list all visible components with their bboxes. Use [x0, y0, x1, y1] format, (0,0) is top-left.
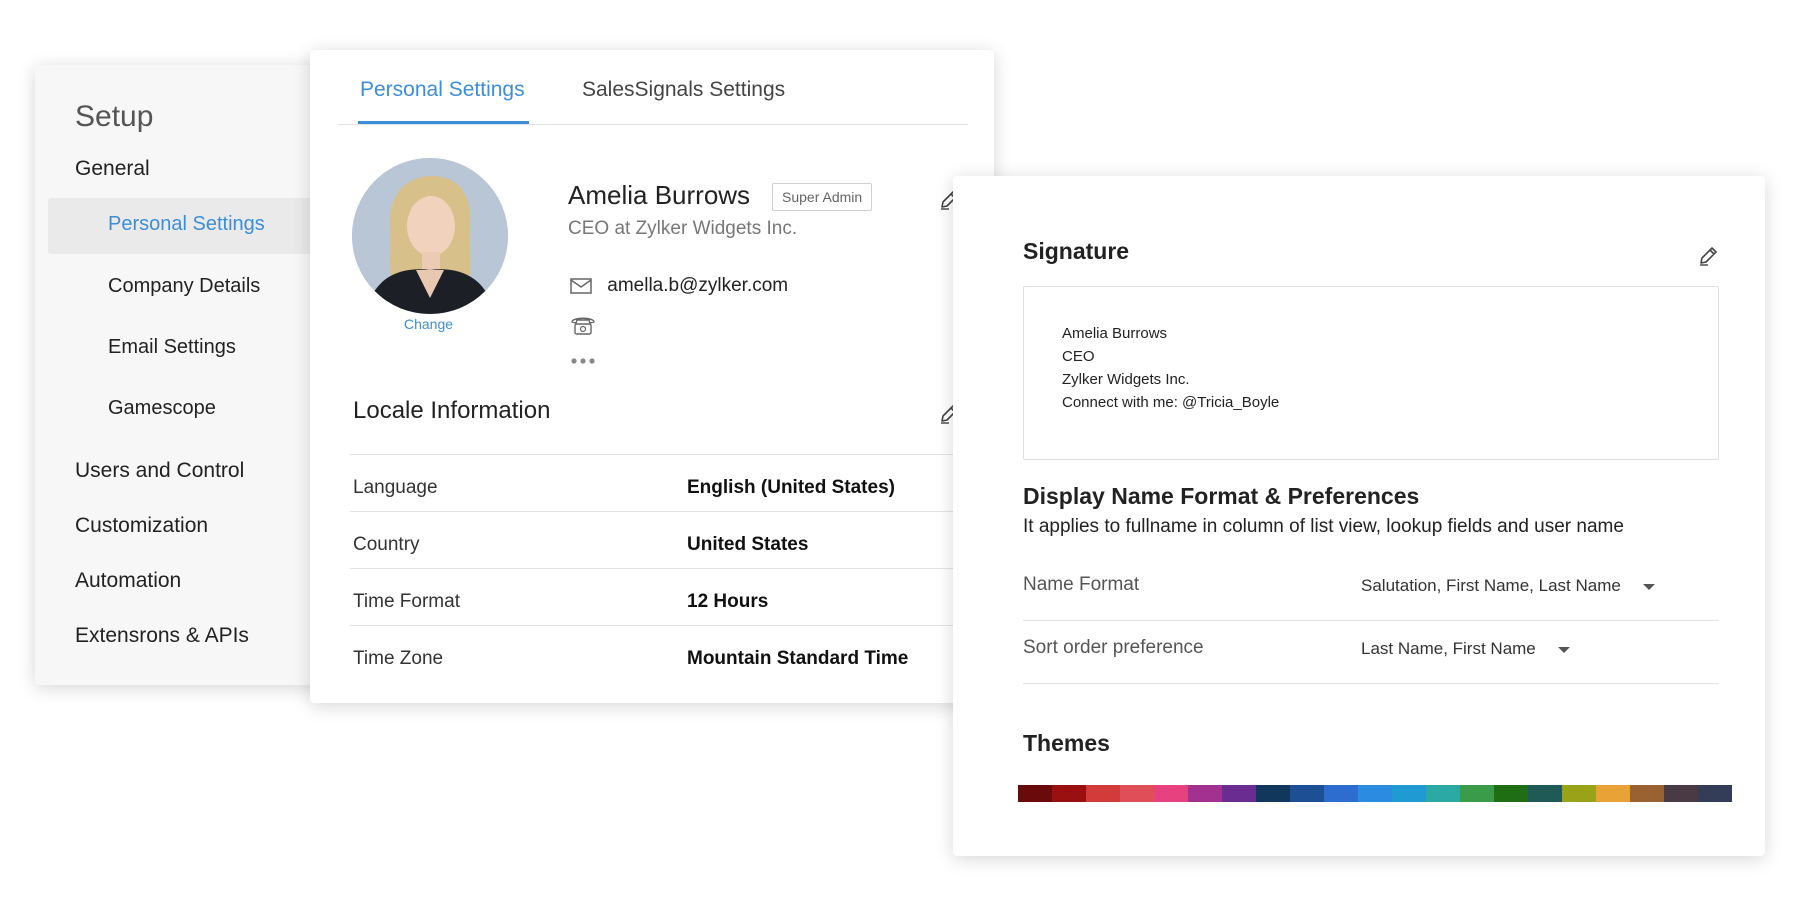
locale-row-language: Language English (United States): [350, 454, 954, 511]
setup-title: Setup: [75, 100, 154, 133]
tab-personal-settings[interactable]: Personal Settings: [360, 78, 525, 102]
sidebar-item-email-settings[interactable]: Email Settings: [108, 336, 236, 359]
name-format-value: Salutation, First Name, Last Name: [1361, 576, 1621, 595]
tab-salessignals-settings[interactable]: SalesSignals Settings: [582, 78, 785, 102]
setup-sidebar: Setup General Personal Settings Company …: [35, 65, 335, 685]
theme-swatch[interactable]: [1562, 785, 1596, 802]
phone-icon: [571, 317, 595, 335]
theme-swatch[interactable]: [1086, 785, 1120, 802]
locale-label: Country: [353, 534, 420, 555]
theme-swatch[interactable]: [1630, 785, 1664, 802]
locale-value: English (United States): [687, 477, 895, 498]
sidebar-item-company-details[interactable]: Company Details: [108, 275, 260, 298]
locale-row-time-zone: Time Zone Mountain Standard Time: [350, 625, 954, 682]
sidebar-item-gamescope[interactable]: Gamescope: [108, 397, 216, 420]
theme-swatch[interactable]: [1426, 785, 1460, 802]
sort-order-label: Sort order preference: [1023, 637, 1204, 658]
sidebar-item-personal-settings[interactable]: Personal Settings: [108, 213, 265, 236]
sort-order-value: Last Name, First Name: [1361, 639, 1536, 658]
signature-line: Amelia Burrows: [1062, 325, 1168, 342]
avatar-portrait-icon: [352, 158, 508, 314]
display-name-subtitle: It applies to fullname in column of list…: [1023, 516, 1624, 537]
locale-label: Language: [353, 477, 438, 498]
sidebar-item-automation[interactable]: Automation: [75, 569, 181, 593]
themes-title: Themes: [1023, 730, 1110, 756]
theme-swatches: [1018, 785, 1732, 802]
profile-job-title: CEO at Zylker Widgets Inc.: [568, 218, 798, 239]
theme-swatch[interactable]: [1596, 785, 1630, 802]
edit-signature-icon[interactable]: [1697, 244, 1721, 268]
locale-value: United States: [687, 534, 809, 555]
locale-value: Mountain Standard Time: [687, 648, 909, 669]
sidebar-item-users-and-control[interactable]: Users and Control: [75, 459, 244, 483]
theme-swatch[interactable]: [1528, 785, 1562, 802]
personal-settings-panel: Personal Settings SalesSignals Settings …: [310, 50, 994, 703]
sort-order-select[interactable]: Last Name, First Name: [1361, 639, 1570, 659]
theme-swatch[interactable]: [1392, 785, 1426, 802]
signature-line: CEO: [1062, 348, 1095, 365]
sidebar-item-extensions-apis[interactable]: Extensrons & APIs: [75, 624, 249, 648]
signature-line: Connect with me: @Tricia_Boyle: [1062, 394, 1280, 411]
name-format-row: Name Format Salutation, First Name, Last…: [1023, 560, 1719, 621]
name-format-label: Name Format: [1023, 574, 1140, 595]
chevron-down-icon: [1557, 646, 1570, 653]
avatar: [352, 158, 508, 314]
phone-row: [570, 314, 596, 342]
theme-swatch[interactable]: [1664, 785, 1698, 802]
display-name-title: Display Name Format & Preferences: [1023, 483, 1420, 509]
theme-swatch[interactable]: [1154, 785, 1188, 802]
theme-swatch[interactable]: [1290, 785, 1324, 802]
theme-swatch[interactable]: [1698, 785, 1732, 802]
theme-swatch[interactable]: [1494, 785, 1528, 802]
change-photo-link[interactable]: Change: [404, 316, 453, 332]
active-tab-indicator: [358, 121, 529, 124]
theme-swatch[interactable]: [1324, 785, 1358, 802]
locale-value: 12 Hours: [687, 591, 769, 612]
settings-tabs: Personal Settings SalesSignals Settings: [338, 50, 968, 125]
preferences-panel: Signature Amelia Burrows CEO Zylker Widg…: [953, 176, 1765, 856]
role-badge: Super Admin: [772, 183, 873, 211]
theme-swatch[interactable]: [1222, 785, 1256, 802]
sidebar-item-customization[interactable]: Customization: [75, 514, 208, 538]
email-value: amella.b@zylker.com: [607, 275, 789, 296]
more-options-icon[interactable]: [570, 350, 596, 372]
theme-swatch[interactable]: [1120, 785, 1154, 802]
locale-section-title: Locale Information: [353, 397, 551, 424]
locale-table: Language English (United States) Country…: [350, 454, 954, 682]
theme-swatch[interactable]: [1188, 785, 1222, 802]
theme-swatch[interactable]: [1460, 785, 1494, 802]
signature-line: Zylker Widgets Inc.: [1062, 371, 1190, 388]
locale-label: Time Zone: [353, 648, 444, 669]
locale-label: Time Format: [353, 591, 460, 612]
signature-title: Signature: [1023, 238, 1130, 264]
sort-order-row: Sort order preference Last Name, First N…: [1023, 623, 1719, 684]
name-format-select[interactable]: Salutation, First Name, Last Name: [1361, 576, 1655, 596]
signature-box: Amelia Burrows CEO Zylker Widgets Inc. C…: [1023, 286, 1719, 460]
sidebar-item-general[interactable]: General: [75, 157, 150, 181]
chevron-down-icon: [1642, 583, 1655, 590]
theme-swatch[interactable]: [1052, 785, 1086, 802]
locale-row-country: Country United States: [350, 511, 954, 568]
locale-row-time-format: Time Format 12 Hours: [350, 568, 954, 625]
theme-swatch[interactable]: [1358, 785, 1392, 802]
profile-name: Amelia Burrows: [568, 180, 751, 210]
theme-swatch[interactable]: [1018, 785, 1052, 802]
theme-swatch[interactable]: [1256, 785, 1290, 802]
email-row: amella.b@zylker.com: [570, 275, 788, 297]
mail-icon: [570, 278, 592, 294]
